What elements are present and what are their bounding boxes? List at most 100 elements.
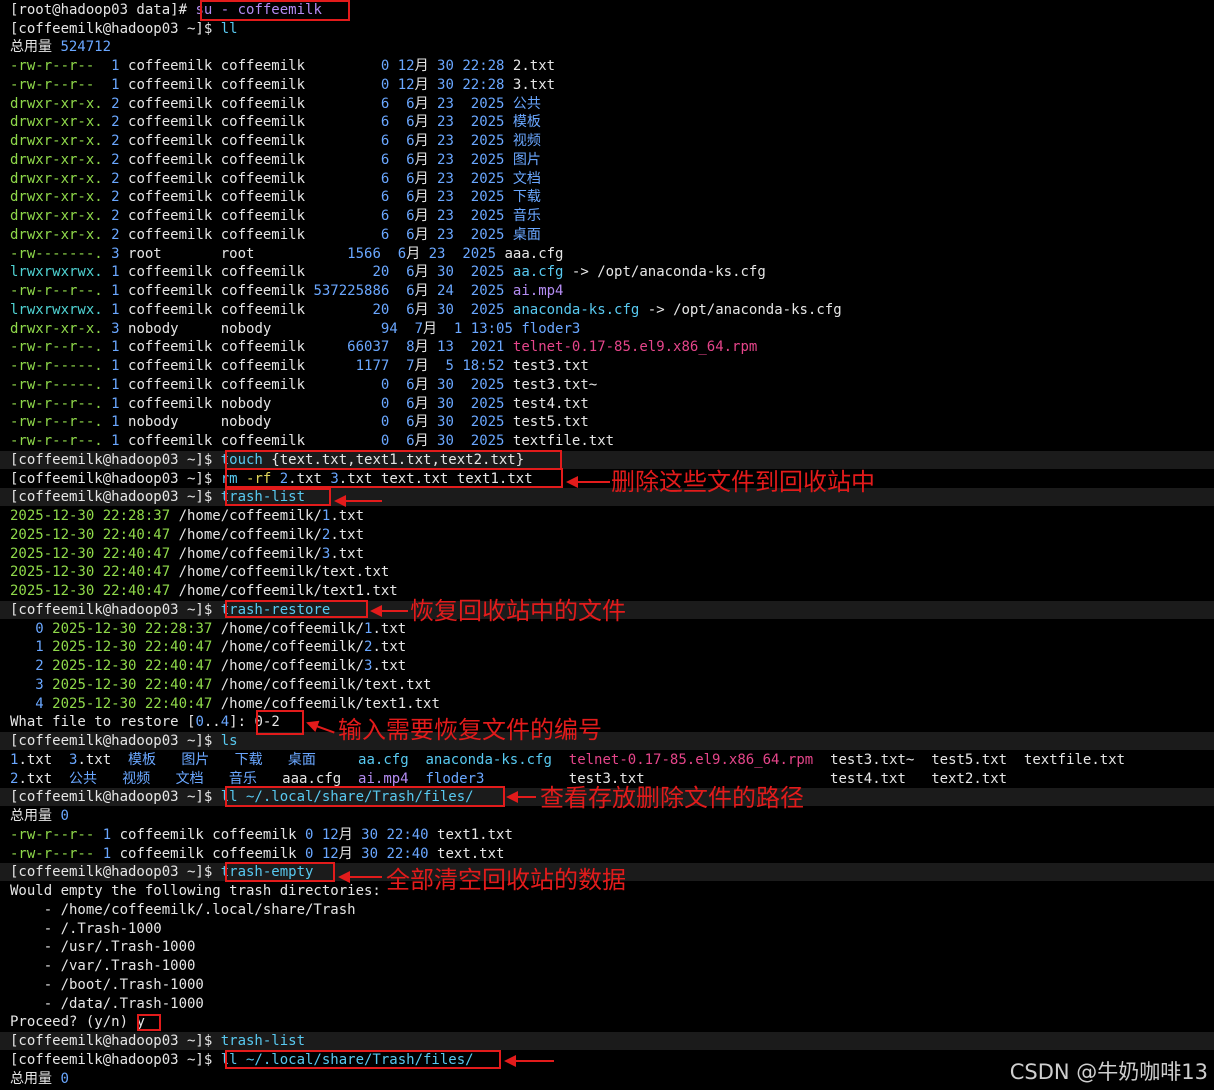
terminal-text: ls [220, 733, 238, 749]
terminal-text: /home/coffeemilk/ [220, 658, 365, 674]
terminal-text: /home/coffeemilk/ [178, 508, 322, 524]
terminal-text: 模板 [512, 114, 541, 130]
terminal-text: 2 [111, 96, 129, 112]
terminal-text: text1.txt [437, 827, 513, 843]
terminal-text: -rw-------. [10, 246, 112, 262]
terminal-text: test3.txt~ [512, 377, 598, 393]
terminal-text: drwxr-xr-x. [10, 189, 112, 205]
terminal-text: coffeemilk coffeemilk [119, 827, 306, 843]
highlight-rm-command [225, 468, 563, 488]
highlight-trash-empty [225, 862, 335, 882]
terminal-line: - /var/.Trash-1000 [10, 957, 196, 975]
terminal-text: coffeemilk coffeemilk [128, 433, 381, 449]
terminal-text: 桌面 [512, 227, 541, 243]
terminal-text: 公共 视频 文档 音乐 [69, 771, 283, 787]
terminal-text: 6 6 [380, 208, 415, 224]
terminal-text: 月 [414, 114, 438, 130]
terminal-text: 月 [414, 339, 438, 355]
terminal-line: drwxr-xr-x. 2 coffeemilk coffeemilk 6 6月… [10, 95, 541, 113]
terminal-text: 23 2025 [437, 227, 513, 243]
terminal-text: 2025-12-30 22:40:47 [10, 546, 179, 562]
terminal-text: 23 2025 [437, 133, 513, 149]
terminal-line: 2 2025-12-30 22:40:47 /home/coffeemilk/3… [10, 657, 406, 675]
terminal-text: 2025-12-30 22:40:47 [52, 639, 221, 655]
terminal-text: lrwxrwxrwx. [10, 302, 112, 318]
terminal-text: 1566 6 [347, 246, 407, 262]
terminal-text: coffeemilk coffeemilk [128, 114, 381, 130]
terminal-text: Proceed? (y/n) [10, 1014, 137, 1030]
terminal-text: coffeemilk coffeemilk [128, 189, 381, 205]
terminal-text: -rw-r--r-- [10, 58, 112, 74]
terminal-window[interactable]: [root@hadoop03 data]# su - coffeemilk [co… [0, 0, 1214, 1090]
terminal-line: -rw-r--r--. 1 nobody nobody 0 6月 30 2025… [10, 413, 589, 431]
terminal-text: 3 [111, 321, 129, 337]
terminal-text: coffeemilk coffeemilk [128, 377, 381, 393]
terminal-text: - /usr/.Trash-1000 [10, 939, 196, 955]
terminal-text: 月 [414, 358, 446, 374]
terminal-text: -rw-r-----. [10, 358, 112, 374]
annotation-restore: 恢复回收站中的文件 [410, 597, 626, 625]
terminal-text: 1 [111, 283, 129, 299]
terminal-line: 2025-12-30 22:40:47 /home/coffeemilk/tex… [10, 582, 398, 600]
terminal-text: coffeemilk coffeemilk [128, 339, 348, 355]
highlight-touch-command [225, 450, 562, 470]
arrow-restore-icon [370, 605, 408, 617]
terminal-text: 月 [338, 827, 362, 843]
terminal-text: coffeemilk coffeemilk [128, 227, 381, 243]
terminal-text: .txt [372, 658, 407, 674]
terminal-text: lrwxrwxrwx. [10, 264, 112, 280]
terminal-text: test3.txt~ test5.txt textfile.txt [830, 752, 1126, 768]
terminal-text: /opt/anaconda-ks.cfg [597, 264, 766, 280]
terminal-text: ai.mp4 [512, 283, 564, 299]
terminal-text: 30 22:28 [437, 58, 513, 74]
terminal-text: [coffeemilk@hadoop03 ~]$ [10, 733, 221, 749]
terminal-text: 6 6 [380, 227, 415, 243]
terminal-text: /home/coffeemilk/text1.txt [220, 696, 440, 712]
terminal-text: coffeemilk coffeemilk [128, 283, 314, 299]
terminal-text: 月 [423, 321, 454, 337]
highlight-trash-restore [225, 600, 368, 618]
terminal-text: What file to restore [ [10, 714, 196, 730]
terminal-line: - /boot/.Trash-1000 [10, 976, 204, 994]
terminal-text: 2 [111, 152, 129, 168]
terminal-text: [coffeemilk@hadoop03 ~]$ [10, 864, 221, 880]
terminal-line: - /.Trash-1000 [10, 920, 162, 938]
terminal-text: aaa.cfg [282, 771, 359, 787]
terminal-text: [coffeemilk@hadoop03 ~]$ [10, 1033, 221, 1049]
highlight-restore-input [256, 710, 304, 735]
terminal-text: 月 [414, 414, 438, 430]
terminal-text: 2025-12-30 22:40:47 [52, 696, 221, 712]
terminal-text: drwxr-xr-x. [10, 171, 112, 187]
terminal-line: -rw-r--r--. 1 coffeemilk coffeemilk 6603… [10, 338, 757, 356]
terminal-text: floder3 [521, 321, 581, 337]
terminal-text: 524712 [60, 39, 112, 55]
highlight-trash-list [225, 488, 331, 506]
terminal-line: 4 2025-12-30 22:40:47 /home/coffeemilk/t… [10, 695, 440, 713]
terminal-text: 2025-12-30 22:40:47 [10, 583, 179, 599]
terminal-text: /home/coffeemilk/text.txt [178, 564, 390, 580]
terminal-text: 月 [414, 377, 438, 393]
terminal-text: coffeemilk coffeemilk [128, 171, 381, 187]
terminal-text: 月 [414, 152, 438, 168]
terminal-text: - /.Trash-1000 [10, 921, 162, 937]
terminal-text: - /var/.Trash-1000 [10, 958, 196, 974]
arrow-delete-icon [566, 476, 610, 488]
terminal-text: 公共 [512, 96, 541, 112]
annotation-delete: 删除这些文件到回收站中 [611, 468, 875, 496]
terminal-line: -rw-r--r-- 1 coffeemilk coffeemilk 0 12月… [10, 76, 555, 94]
terminal-text: 月 [414, 264, 438, 280]
terminal-text: drwxr-xr-x. [10, 227, 112, 243]
terminal-text: /opt/anaconda-ks.cfg [673, 302, 842, 318]
terminal-text: 月 [414, 208, 438, 224]
terminal-text: 0 [60, 808, 69, 824]
terminal-text: 2025-12-30 22:40:47 [52, 658, 221, 674]
terminal-text: -rw-r--r--. [10, 396, 112, 412]
terminal-text: coffeemilk coffeemilk [119, 846, 306, 862]
terminal-text: [coffeemilk@hadoop03 ~]$ [10, 1052, 221, 1068]
terminal-text: .txt [18, 752, 70, 768]
terminal-text: 视频 [512, 133, 541, 149]
terminal-text: text.txt [437, 846, 505, 862]
terminal-text: /home/coffeemilk/ [178, 546, 322, 562]
terminal-text: 3.txt [512, 77, 556, 93]
terminal-text: 月 [414, 133, 438, 149]
